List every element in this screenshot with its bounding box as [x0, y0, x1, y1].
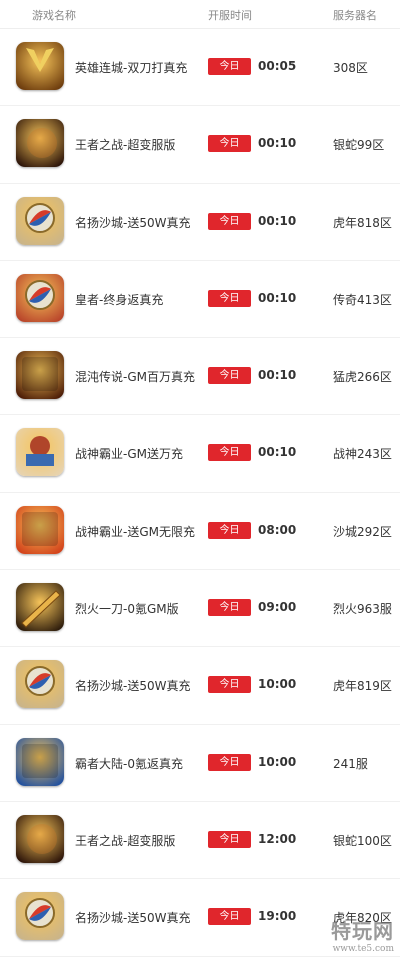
open-time: 08:00 [258, 522, 297, 537]
table-row[interactable]: 烈火一刀-0氪GM版 今日 09:00 烈火963服 [0, 570, 400, 648]
game-name[interactable]: 霸者大陆-0氪返真充 [75, 755, 183, 772]
table-row[interactable]: 霸者大陆-0氪返真充 今日 10:00 241服 [0, 725, 400, 802]
table-header: 游戏名称 开服时间 服务器名 [0, 0, 400, 29]
server-name: 虎年818区 [333, 215, 392, 230]
orb-game-icon[interactable] [16, 660, 64, 709]
war-god-game-icon[interactable] [16, 428, 64, 477]
warrior-king-game-icon[interactable] [16, 814, 64, 863]
column-header-server-name: 服务器名 [333, 9, 377, 22]
table-row[interactable]: 名扬沙城-送50W真充 今日 10:00 虎年819区 [0, 647, 400, 725]
today-badge: 今日 [208, 289, 251, 307]
dual-blade-game-icon[interactable] [16, 42, 64, 90]
watermark-url: www.te5.com [332, 944, 394, 954]
open-time: 10:00 [258, 754, 297, 769]
table-row[interactable]: 名扬沙城-送50W真充 今日 00:10 虎年818区 [0, 184, 400, 261]
game-name[interactable]: 战神霸业-GM送万充 [75, 445, 183, 462]
open-time: 09:00 [258, 600, 297, 615]
open-time: 00:10 [258, 368, 297, 383]
open-time: 00:10 [258, 290, 297, 305]
server-name: 银蛇99区 [333, 138, 385, 153]
blue-glyph-game-icon[interactable] [16, 737, 64, 786]
today-badge: 今日 [208, 521, 251, 539]
orb-game-icon[interactable] [16, 273, 64, 322]
server-name: 虎年819区 [333, 679, 392, 694]
today-badge: 今日 [208, 444, 251, 462]
open-time: 10:00 [258, 677, 297, 692]
server-name: 241服 [333, 756, 368, 771]
game-name[interactable]: 王者之战-超变服版 [75, 832, 175, 849]
open-time: 12:00 [258, 831, 297, 846]
today-badge: 今日 [208, 212, 251, 230]
open-time: 00:10 [258, 213, 297, 228]
server-name: 烈火963服 [333, 602, 392, 617]
golden-blade-game-icon[interactable] [16, 583, 64, 632]
open-time: 19:00 [258, 909, 297, 924]
today-badge: 今日 [208, 908, 251, 926]
today-badge: 今日 [208, 58, 251, 75]
game-name[interactable]: 英雄连城-双刀打真充 [75, 59, 187, 76]
warrior-king-game-icon[interactable] [16, 119, 64, 168]
server-list: 英雄连城-双刀打真充 今日 00:05 308区 王者之战-超变服版 今日 00:10 银蛇9… [0, 29, 400, 957]
table-row[interactable]: 战神霸业-送GM无限充 今日 08:00 沙城292区 [0, 493, 400, 571]
column-header-open-time: 开服时间 [208, 9, 252, 22]
watermark-logo-text: 特玩网 [331, 919, 394, 943]
game-name[interactable]: 皇者-终身返真充 [75, 291, 163, 308]
today-badge: 今日 [208, 830, 251, 848]
table-row[interactable]: 战神霸业-GM送万充 今日 00:10 战神243区 [0, 415, 400, 493]
today-badge: 今日 [208, 753, 251, 771]
open-time: 00:10 [258, 445, 297, 460]
game-name[interactable]: 名扬沙城-送50W真充 [75, 214, 190, 231]
open-time: 00:10 [258, 136, 297, 151]
server-name: 猛虎266区 [333, 370, 392, 385]
table-row[interactable]: 皇者-终身返真充 今日 00:10 传奇413区 [0, 261, 400, 339]
table-row[interactable]: 混沌传说-GM百万真充 今日 00:10 猛虎266区 [0, 338, 400, 416]
game-name[interactable]: 战神霸业-送GM无限充 [75, 523, 195, 540]
game-name[interactable]: 王者之战-超变服版 [75, 136, 175, 153]
today-badge: 今日 [208, 676, 251, 694]
server-name: 传奇413区 [333, 292, 392, 307]
orb-game-icon[interactable] [16, 892, 64, 941]
table-row[interactable]: 王者之战-超变服版 今日 00:10 银蛇99区 [0, 106, 400, 184]
orb-game-icon[interactable] [16, 196, 64, 245]
game-name[interactable]: 混沌传说-GM百万真充 [75, 368, 195, 385]
table-row[interactable]: 王者之战-超变服版 今日 12:00 银蛇100区 [0, 802, 400, 880]
dragon-glyph-game-icon[interactable] [16, 505, 64, 554]
dragon-glyph-game-icon[interactable] [16, 351, 64, 400]
game-name[interactable]: 名扬沙城-送50W真充 [75, 909, 190, 926]
server-name: 沙城292区 [333, 524, 392, 539]
server-name: 战神243区 [333, 447, 392, 462]
game-name[interactable]: 名扬沙城-送50W真充 [75, 677, 190, 694]
server-name: 银蛇100区 [333, 833, 392, 848]
game-name[interactable]: 烈火一刀-0氪GM版 [75, 600, 179, 617]
today-badge: 今日 [208, 367, 251, 385]
today-badge: 今日 [208, 135, 251, 153]
server-name: 308区 [333, 61, 368, 75]
today-badge: 今日 [208, 599, 251, 617]
table-row[interactable]: 英雄连城-双刀打真充 今日 00:05 308区 [0, 29, 400, 107]
open-time: 00:05 [258, 59, 297, 73]
column-header-game-name: 游戏名称 [32, 9, 76, 22]
site-watermark: 特玩网 www.te5.com [331, 915, 394, 954]
